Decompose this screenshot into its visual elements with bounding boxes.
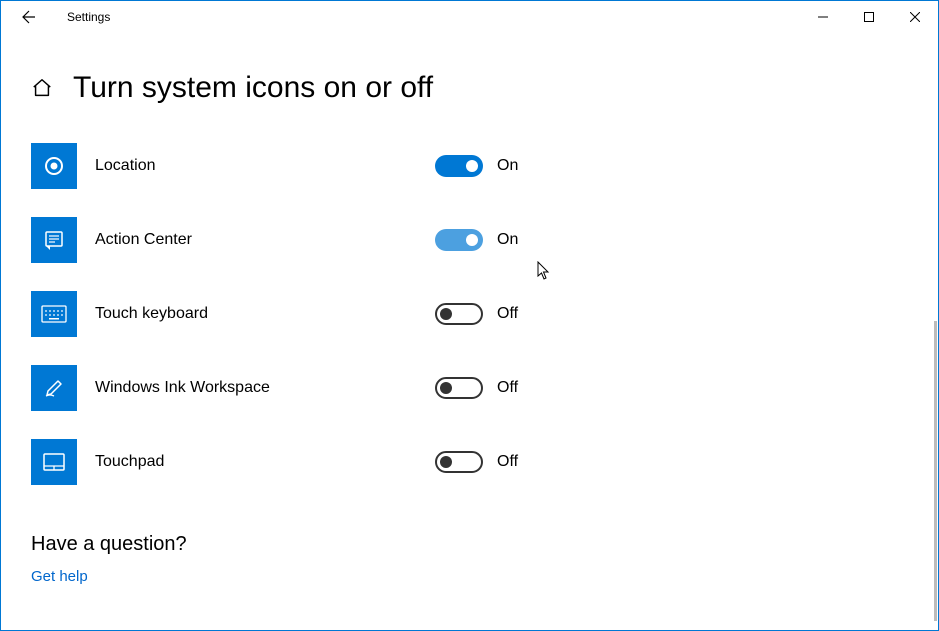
close-icon [910,12,920,22]
icon-row-touch-keyboard: Touch keyboard Off [31,291,908,337]
toggle-wrap: Off [435,451,518,473]
help-title: Have a question? [31,533,908,556]
back-arrow-icon [21,9,37,25]
toggle-wrap: Off [435,377,518,399]
home-icon[interactable] [31,77,53,99]
icon-row-touchpad: Touchpad Off [31,439,908,485]
touchpad-icon-tile [31,439,77,485]
action-center-icon [42,228,66,252]
touchpad-icon [42,452,66,472]
toggle-touchpad[interactable] [435,451,483,473]
pen-icon [42,376,66,400]
toggle-state-text: Off [497,379,518,397]
minimize-icon [818,12,828,22]
keyboard-icon [41,305,67,323]
icon-label: Touch keyboard [95,305,435,323]
maximize-button[interactable] [846,1,892,33]
toggle-touch-keyboard[interactable] [435,303,483,325]
toggle-state-text: Off [497,305,518,323]
window-title: Settings [67,10,110,24]
content-area: Turn system icons on or off Location On [1,33,938,630]
toggle-wrap: On [435,229,518,251]
icon-label: Touchpad [95,453,435,471]
icon-label: Action Center [95,231,435,249]
action-center-icon-tile [31,217,77,263]
icon-row-ink-workspace: Windows Ink Workspace Off [31,365,908,411]
location-icon [42,154,66,178]
toggle-ink-workspace[interactable] [435,377,483,399]
icon-row-action-center: Action Center On [31,217,908,263]
close-button[interactable] [892,1,938,33]
icon-row-location: Location On [31,143,908,189]
maximize-icon [864,12,874,22]
toggle-wrap: On [435,155,518,177]
get-help-link[interactable]: Get help [31,568,908,585]
toggle-state-text: Off [497,453,518,471]
page-title: Turn system icons on or off [73,71,433,105]
titlebar: Settings [1,1,938,33]
ink-workspace-icon-tile [31,365,77,411]
window-controls [800,1,938,33]
toggle-location[interactable] [435,155,483,177]
icon-label: Location [95,157,435,175]
back-button[interactable] [9,1,49,33]
system-icons-list: Location On Action Center On [31,143,908,485]
page-header: Turn system icons on or off [31,71,908,105]
touch-keyboard-icon-tile [31,291,77,337]
minimize-button[interactable] [800,1,846,33]
icon-label: Windows Ink Workspace [95,379,435,397]
toggle-state-text: On [497,157,518,175]
toggle-wrap: Off [435,303,518,325]
toggle-action-center[interactable] [435,229,483,251]
help-section: Have a question? Get help [31,533,908,585]
scrollbar[interactable] [934,321,937,621]
location-icon-tile [31,143,77,189]
toggle-state-text: On [497,231,518,249]
